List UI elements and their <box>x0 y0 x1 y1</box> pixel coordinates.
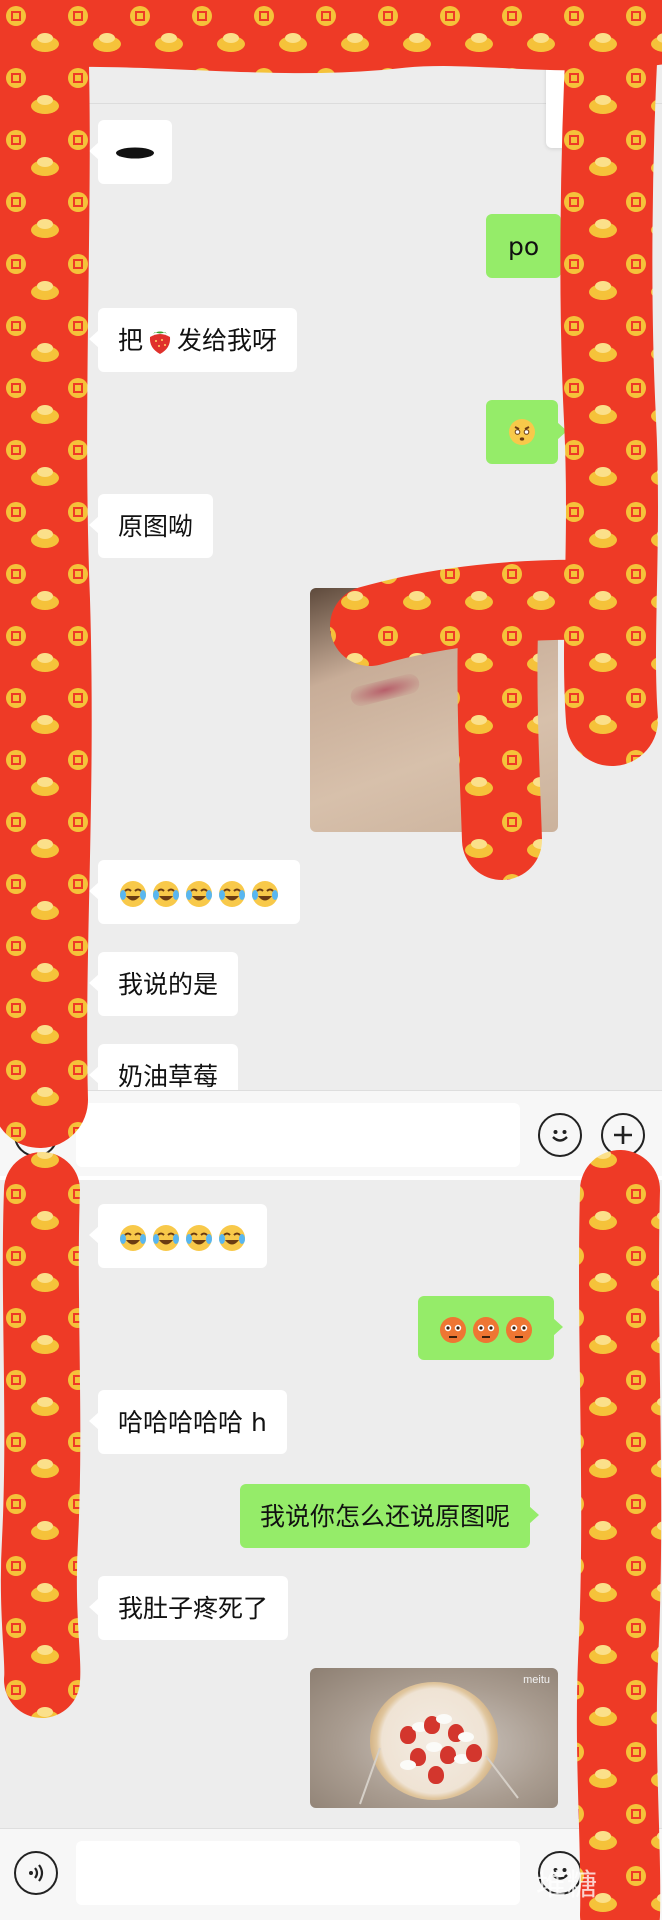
flushed-face-emoji-icon <box>473 1317 499 1343</box>
message-text: 哈哈哈哈哈 h <box>118 1408 267 1437</box>
crying-laughing-face-emoji-icon <box>153 1225 179 1251</box>
message-text: 我说的是 <box>118 970 219 999</box>
message-bubble-incoming[interactable]: 我肚子疼死了 <box>88 1576 289 1640</box>
chat-panel-bottom: 哈哈哈哈哈 h 我说你怎么还说原图呢 我肚子疼死了 meitu <box>0 1180 662 1920</box>
plus-icon[interactable] <box>601 1113 645 1157</box>
crying-laughing-face-emoji-icon <box>153 881 179 907</box>
message-bubble-outgoing[interactable]: po <box>486 214 571 278</box>
dessert-plate <box>370 1682 498 1800</box>
crying-laughing-face-emoji-icon <box>252 881 278 907</box>
crying-laughing-face-emoji-icon <box>120 881 146 907</box>
fork-icon <box>359 1747 381 1805</box>
message-image-strawberry-cream-photo[interactable]: meitu <box>310 1668 558 1808</box>
crying-laughing-face-emoji-icon <box>186 1225 212 1251</box>
chat-panel-top: 01:56 po 把 发给我呀 原图呦 我说的是 奶油草莓 <box>0 0 662 1180</box>
chevron-left-icon[interactable] <box>20 52 44 76</box>
image-watermark: meitu <box>523 1674 550 1686</box>
message-input[interactable] <box>76 1103 520 1167</box>
call-duration: 01:56 <box>572 110 620 131</box>
knife-icon <box>485 1755 519 1799</box>
phone-icon <box>583 71 609 97</box>
message-text: 原图呦 <box>118 512 194 541</box>
frown-face-emoji-icon <box>509 419 535 445</box>
chat-input-bar <box>0 1090 662 1180</box>
message-text: 我说你怎么还说原图呢 <box>260 1502 511 1531</box>
message-input[interactable] <box>76 1841 520 1905</box>
message-text: 把 <box>118 326 144 355</box>
message-image-skin-photo[interactable] <box>310 588 558 832</box>
message-bubble-incoming[interactable]: 我说的是 <box>88 952 239 1016</box>
smiley-icon[interactable] <box>538 1113 582 1157</box>
voice-icon[interactable] <box>14 1113 58 1157</box>
message-text: 奶油草莓 <box>118 1062 219 1091</box>
message-text: 我肚子疼死了 <box>118 1594 269 1623</box>
crying-laughing-face-emoji-icon <box>120 1225 146 1251</box>
strawberry-emoji-icon <box>149 331 171 354</box>
message-bubble-incoming[interactable] <box>89 1204 267 1268</box>
message-bubble-incoming[interactable] <box>89 120 172 184</box>
message-bubble-incoming[interactable] <box>89 860 300 924</box>
crying-laughing-face-emoji-icon <box>219 1225 245 1251</box>
voice-icon[interactable] <box>14 1851 58 1895</box>
flushed-face-emoji-icon <box>440 1317 466 1343</box>
message-text: 发给我呀 <box>177 326 278 355</box>
site-watermark: 堆糖 <box>536 1868 598 1903</box>
crying-laughing-face-emoji-icon <box>219 881 245 907</box>
message-bubble-incoming[interactable]: 把 发给我呀 <box>88 308 298 372</box>
message-bubble-outgoing[interactable]: 我说你怎么还说原图呢 <box>240 1484 540 1548</box>
message-bubble-outgoing[interactable] <box>418 1296 563 1360</box>
message-bubble-incoming[interactable]: 原图呦 <box>88 494 214 558</box>
plus-icon[interactable] <box>601 1851 645 1895</box>
crying-laughing-face-emoji-icon <box>186 881 212 907</box>
voice-call-card[interactable]: 01:56 <box>546 56 646 148</box>
message-text: po <box>508 232 540 261</box>
black-oval-emoji-icon <box>116 147 154 159</box>
message-bubble-incoming[interactable]: 哈哈哈哈哈 h <box>89 1390 287 1454</box>
flushed-face-emoji-icon <box>506 1317 532 1343</box>
message-bubble-outgoing[interactable] <box>486 400 567 464</box>
skin-mark <box>348 671 422 709</box>
